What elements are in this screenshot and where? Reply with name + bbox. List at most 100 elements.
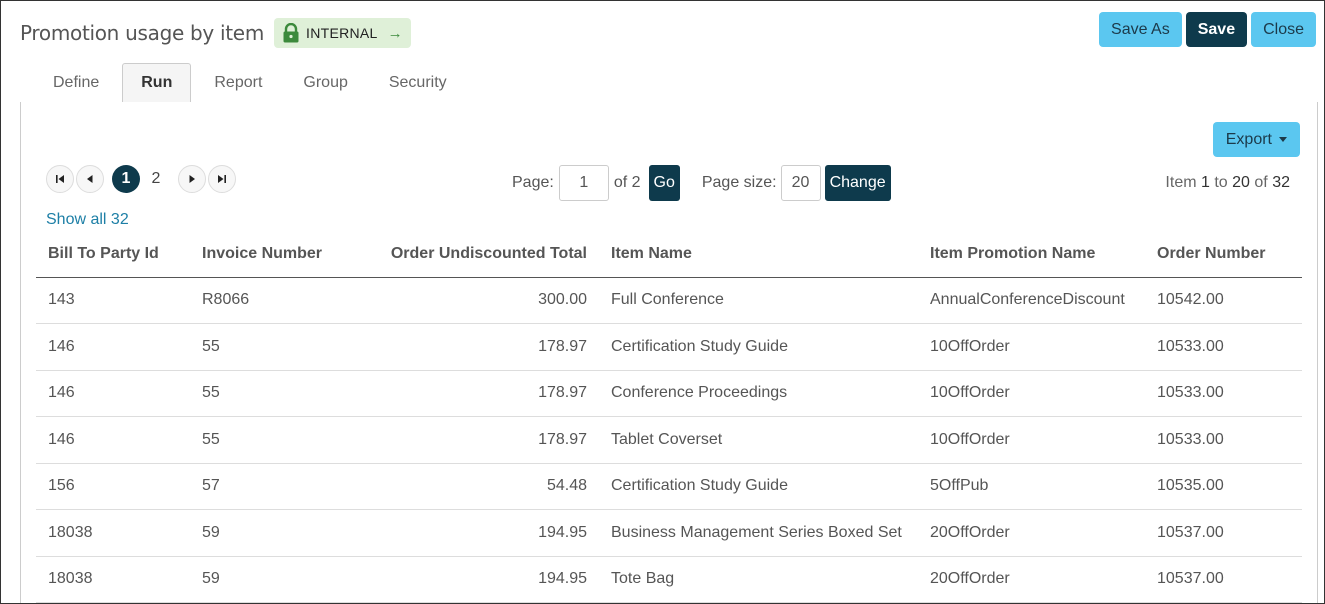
cell-total: 300.00 — [352, 277, 599, 324]
col-item-promotion-name[interactable]: Item Promotion Name — [918, 232, 1145, 278]
cell-promotion: 20OffOrder — [918, 509, 1145, 557]
next-page-icon — [189, 175, 195, 183]
col-order-number[interactable]: Order Number — [1145, 232, 1302, 278]
first-page-icon — [56, 175, 64, 183]
table-row: 146 55 178.97 Tablet Coverset 10OffOrder… — [36, 416, 1302, 464]
page-2-button[interactable]: 2 — [142, 165, 170, 193]
arrow-right-icon: → — [387, 24, 403, 42]
top-toolbar: Save As Save Close — [1099, 12, 1316, 47]
page-label: Page: — [512, 174, 554, 191]
export-button[interactable]: Export — [1212, 122, 1300, 157]
report-window: Promotion usage by item INTERNAL → Save … — [0, 0, 1325, 604]
cell-promotion: 5OffPub — [918, 463, 1145, 510]
go-button[interactable]: Go — [648, 165, 680, 201]
cell-promotion: 10OffOrder — [918, 416, 1145, 464]
prev-page-button[interactable] — [76, 165, 104, 193]
cell-item-name: Certification Study Guide — [599, 463, 918, 510]
item-of-label: of — [1254, 174, 1268, 191]
cell-invoice: 55 — [190, 323, 352, 371]
cell-bill-to: 146 — [36, 370, 190, 417]
tab-report[interactable]: Report — [196, 63, 280, 102]
next-page-button[interactable] — [178, 165, 206, 193]
first-page-button[interactable] — [46, 165, 74, 193]
tab-group[interactable]: Group — [285, 63, 365, 102]
page-of-label: of 2 — [613, 174, 641, 191]
cell-order-number: 10533.00 — [1145, 416, 1302, 464]
item-total: 32 — [1272, 174, 1290, 191]
item-to-label: to — [1214, 174, 1228, 191]
table-row: 18038 59 194.95 Business Management Seri… — [36, 509, 1302, 557]
tab-bar: Define Run Report Group Security — [35, 63, 470, 102]
save-as-button[interactable]: Save As — [1099, 12, 1182, 47]
export-label: Export — [1225, 130, 1272, 148]
page-number-input[interactable] — [558, 165, 609, 201]
change-button[interactable]: Change — [824, 165, 891, 201]
page-1-button[interactable]: 1 — [112, 165, 140, 193]
col-order-undiscounted-total[interactable]: Order Undiscounted Total — [352, 232, 599, 278]
cell-promotion: 10OffOrder — [918, 323, 1145, 371]
item-range: Item 1 to 20 of 32 — [1165, 174, 1290, 192]
cell-total: 194.95 — [352, 509, 599, 557]
cell-promotion: AnnualConferenceDiscount — [918, 277, 1145, 324]
lock-icon — [283, 23, 299, 43]
cell-item-name: Tote Bag — [599, 556, 918, 603]
item-prefix: Item — [1165, 174, 1197, 191]
page-size-label: Page size: — [701, 174, 777, 191]
cell-order-number: 10537.00 — [1145, 509, 1302, 557]
page-title: Promotion usage by item — [20, 21, 264, 45]
cell-total: 178.97 — [352, 370, 599, 417]
cell-total: 178.97 — [352, 323, 599, 371]
cell-promotion: 10OffOrder — [918, 370, 1145, 417]
cell-bill-to: 156 — [36, 463, 190, 510]
title-row: Promotion usage by item INTERNAL → — [20, 18, 411, 48]
cell-bill-to: 143 — [36, 277, 190, 324]
table-row: 146 55 178.97 Conference Proceedings 10O… — [36, 370, 1302, 417]
cell-bill-to: 18038 — [36, 556, 190, 603]
cell-total: 178.97 — [352, 416, 599, 464]
cell-order-number: 10533.00 — [1145, 323, 1302, 371]
page-jump: Page: of 2 Go Page size: Change — [512, 165, 891, 201]
last-page-button[interactable] — [208, 165, 236, 193]
cell-invoice: 57 — [190, 463, 352, 510]
cell-invoice: 59 — [190, 509, 352, 557]
page-size-input[interactable] — [780, 165, 821, 201]
tab-define[interactable]: Define — [35, 63, 117, 102]
cell-total: 54.48 — [352, 463, 599, 510]
item-from: 1 — [1201, 174, 1210, 191]
tab-run[interactable]: Run — [122, 63, 192, 102]
cell-item-name: Tablet Coverset — [599, 416, 918, 464]
cell-invoice: 55 — [190, 416, 352, 464]
cell-order-number: 10537.00 — [1145, 556, 1302, 603]
cell-order-number: 10542.00 — [1145, 277, 1302, 324]
table-row: 18038 59 194.95 Tote Bag 20OffOrder 1053… — [36, 556, 1302, 603]
item-to: 20 — [1232, 174, 1250, 191]
cell-total: 194.95 — [352, 556, 599, 603]
table-row: 156 57 54.48 Certification Study Guide 5… — [36, 463, 1302, 510]
cell-item-name: Full Conference — [599, 277, 918, 324]
cell-order-number: 10533.00 — [1145, 370, 1302, 417]
tab-security[interactable]: Security — [371, 63, 465, 102]
cell-bill-to: 146 — [36, 323, 190, 371]
internal-badge[interactable]: INTERNAL → — [274, 18, 411, 48]
save-button[interactable]: Save — [1185, 12, 1248, 47]
cell-item-name: Certification Study Guide — [599, 323, 918, 371]
cell-item-name: Conference Proceedings — [599, 370, 918, 417]
table-row: 146 55 178.97 Certification Study Guide … — [36, 323, 1302, 371]
table-row: 143 R8066 300.00 Full Conference AnnualC… — [36, 277, 1302, 324]
caret-down-icon — [1279, 137, 1287, 142]
pagination: 1 2 — [46, 165, 238, 193]
close-button[interactable]: Close — [1251, 12, 1316, 47]
col-invoice-number[interactable]: Invoice Number — [190, 232, 352, 278]
cell-item-name: Business Management Series Boxed Set — [599, 509, 918, 557]
cell-promotion: 20OffOrder — [918, 556, 1145, 603]
col-bill-to-party-id[interactable]: Bill To Party Id — [36, 232, 190, 278]
prev-page-icon — [87, 175, 93, 183]
cell-bill-to: 18038 — [36, 509, 190, 557]
cell-order-number: 10535.00 — [1145, 463, 1302, 510]
col-item-name[interactable]: Item Name — [599, 232, 918, 278]
badge-label: INTERNAL — [306, 25, 378, 41]
table-header-row: Bill To Party Id Invoice Number Order Un… — [36, 232, 1302, 278]
show-all-link[interactable]: Show all 32 — [46, 211, 129, 229]
results-table: Bill To Party Id Invoice Number Order Un… — [36, 232, 1302, 603]
cell-invoice: 59 — [190, 556, 352, 603]
